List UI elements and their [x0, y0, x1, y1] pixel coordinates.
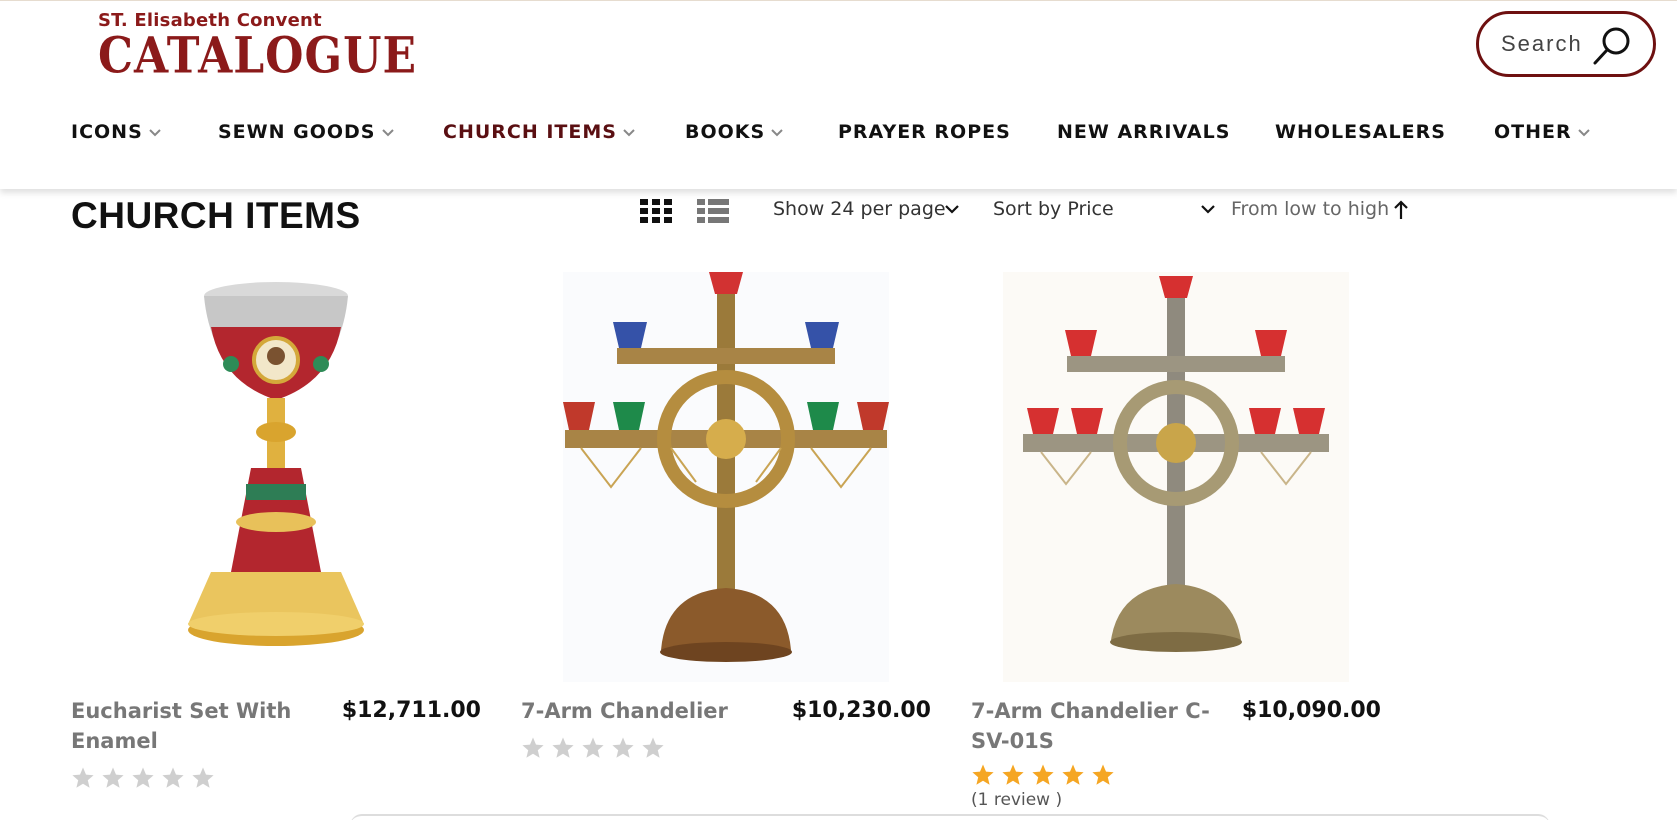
- nav-item-label: NEW ARRIVALS: [1057, 121, 1231, 143]
- star-empty-icon: [162, 767, 184, 788]
- chevron-down-icon: [771, 129, 783, 137]
- star-filled-icon: [1032, 764, 1054, 785]
- list-view-icon[interactable]: [697, 199, 729, 223]
- nav-item-icons[interactable]: ICONS: [71, 121, 161, 143]
- product-name[interactable]: Eucharist Set With Enamel: [71, 696, 331, 756]
- product-name[interactable]: 7-Arm Chandelier C-SV-01S: [971, 696, 1231, 756]
- nav-item-label: ICONS: [71, 121, 143, 143]
- nav-item-label: WHOLESALERS: [1275, 121, 1446, 143]
- main-nav: ICONS SEWN GOODS CHURCH ITEMS BOOKS PRAY…: [71, 121, 1591, 157]
- sort-by-select[interactable]: Sort by Price: [993, 198, 1114, 220]
- chevron-down-icon: [1577, 129, 1590, 137]
- nav-item-label: PRAYER ROPES: [838, 121, 1011, 143]
- rating-stars: [971, 763, 1115, 787]
- nav-item-label: BOOKS: [685, 121, 766, 143]
- product-price: $10,230.00: [791, 698, 931, 723]
- product-card[interactable]: 7-Arm Chandelier $10,230.00: [521, 272, 931, 820]
- chevron-down-icon[interactable]: [1201, 205, 1215, 214]
- nav-item-prayer-ropes[interactable]: PRAYER ROPES: [838, 121, 1011, 143]
- logo-wordmark: CATALOGUE: [98, 27, 417, 85]
- arrow-up-icon[interactable]: [1393, 200, 1409, 220]
- rating-stars: [521, 736, 665, 760]
- product-name[interactable]: 7-Arm Chandelier: [521, 696, 781, 726]
- star-empty-icon: [582, 737, 604, 758]
- search-box[interactable]: [1476, 11, 1656, 77]
- star-filled-icon: [1062, 764, 1084, 785]
- rating-stars: [71, 766, 215, 790]
- nav-item-sewn-goods[interactable]: SEWN GOODS: [218, 121, 394, 143]
- site-header: ST. Elisabeth Convent CATALOGUE ICONS SE…: [0, 0, 1677, 189]
- nav-item-label: OTHER: [1494, 121, 1572, 143]
- search-input[interactable]: [1501, 31, 1596, 57]
- nav-item-new-arrivals[interactable]: NEW ARRIVALS: [1057, 121, 1230, 143]
- star-empty-icon: [552, 737, 574, 758]
- nav-item-wholesalers[interactable]: WHOLESALERS: [1275, 121, 1446, 143]
- product-image-chandelier-silver[interactable]: [971, 272, 1381, 682]
- star-empty-icon: [642, 737, 664, 758]
- per-page-select[interactable]: Show 24 per page: [773, 198, 946, 220]
- nav-item-church-items[interactable]: CHURCH ITEMS: [443, 121, 635, 143]
- product-card[interactable]: Eucharist Set With Enamel $12,711.00: [71, 272, 481, 820]
- star-filled-icon: [1092, 764, 1114, 785]
- chevron-down-icon[interactable]: [945, 205, 959, 214]
- sort-order-label[interactable]: From low to high: [1231, 198, 1389, 220]
- chevron-down-icon: [381, 129, 394, 137]
- product-price: $12,711.00: [341, 698, 481, 723]
- chevron-down-icon: [623, 129, 635, 137]
- nav-item-books[interactable]: BOOKS: [685, 121, 783, 143]
- star-empty-icon: [612, 737, 634, 758]
- star-empty-icon: [72, 767, 94, 788]
- grid-view-icon[interactable]: [640, 199, 672, 223]
- star-empty-icon: [192, 767, 214, 788]
- bottom-panel-edge: [350, 814, 1550, 820]
- product-image-chandelier[interactable]: [521, 272, 931, 682]
- star-empty-icon: [522, 737, 544, 758]
- search-icon[interactable]: [1591, 25, 1633, 67]
- product-image-chalice[interactable]: [71, 272, 481, 682]
- product-card[interactable]: 7-Arm Chandelier C-SV-01S $10,090.00 (1 …: [971, 272, 1381, 820]
- nav-item-label: CHURCH ITEMS: [443, 121, 617, 143]
- nav-item-label: SEWN GOODS: [218, 121, 376, 143]
- star-empty-icon: [132, 767, 154, 788]
- star-filled-icon: [972, 764, 994, 785]
- product-price: $10,090.00: [1241, 698, 1381, 723]
- site-logo[interactable]: ST. Elisabeth Convent CATALOGUE: [88, 7, 416, 83]
- chevron-down-icon: [149, 129, 161, 137]
- page-title: CHURCH ITEMS: [71, 195, 361, 236]
- nav-item-other[interactable]: OTHER: [1494, 121, 1590, 143]
- review-count-link[interactable]: (1 review ): [971, 790, 1062, 810]
- star-filled-icon: [1002, 764, 1024, 785]
- star-empty-icon: [102, 767, 124, 788]
